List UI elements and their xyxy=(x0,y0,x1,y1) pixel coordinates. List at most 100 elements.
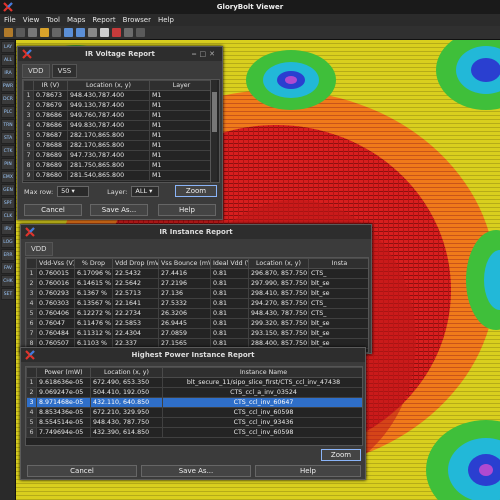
column-header[interactable]: Vdd Drop (mV) xyxy=(112,258,159,269)
table-row[interactable]: 5 0.760406 6.12272 % 22.2734 26.3206 0.81 948.… xyxy=(26,308,368,319)
layer-label: Layer: xyxy=(107,187,128,196)
ir-voltage-dialog-title: IR Voltage Report ‒□✕ xyxy=(18,47,222,61)
layer-select[interactable]: ALL ▾ xyxy=(131,186,160,197)
tab-vss[interactable]: VSS xyxy=(51,64,78,78)
sidebar-item-ira[interactable]: IRA xyxy=(1,67,15,79)
table-row[interactable]: 3 0.78686 949.760,787.400 M1 xyxy=(23,110,214,121)
zoom-button[interactable]: Zoom xyxy=(175,185,217,197)
sidebar-item-pin[interactable]: PIN xyxy=(1,158,15,170)
sidebar-item-lay[interactable]: LAY xyxy=(1,41,15,53)
title-bar: GloryBolt Viewer xyxy=(0,0,500,14)
open-folder-icon[interactable] xyxy=(4,28,13,37)
highlight-icon[interactable] xyxy=(40,28,49,37)
column-header[interactable]: Location (x, y) xyxy=(248,258,309,269)
pan-icon[interactable] xyxy=(88,28,97,37)
sidebar-item-emx[interactable]: EMX xyxy=(1,171,15,183)
table-row[interactable]: 2 0.78679 949.130,787.400 M1 xyxy=(23,100,214,111)
column-header[interactable]: Insta xyxy=(308,258,368,269)
table-row[interactable]: 5 8.554514e-05 948.430, 787.750 CTS_ccl_inv… xyxy=(26,417,362,428)
table-row[interactable]: 4 8.853436e-05 672.210, 329.950 CTS_ccl_inv… xyxy=(26,407,362,418)
sidebar-item-ctk[interactable]: CTK xyxy=(1,145,15,157)
column-header[interactable] xyxy=(26,258,37,269)
record-icon[interactable] xyxy=(112,28,121,37)
column-header[interactable] xyxy=(23,80,34,91)
tab-vdd[interactable]: VDD xyxy=(22,64,50,78)
table-row[interactable]: 4 0.760303 6.13567 % 22.1641 27.5332 0.81 294.… xyxy=(26,298,368,309)
column-header[interactable]: Location (x, y) xyxy=(90,367,163,378)
column-header[interactable]: IR (V) xyxy=(33,80,68,91)
sidebar-item-pwr[interactable]: PWR xyxy=(1,80,15,92)
window-controls-icon[interactable]: ‒□✕ xyxy=(192,47,218,61)
ruler-icon[interactable] xyxy=(100,28,109,37)
column-header[interactable]: Instance Name xyxy=(162,367,362,378)
column-header[interactable]: Power (mW) xyxy=(36,367,91,378)
sidebar-item-plc[interactable]: PLC xyxy=(1,106,15,118)
ir-instance-tabs: VDD xyxy=(21,239,371,256)
table-row[interactable]: 7 0.760484 6.11312 % 22.4304 27.0859 0.81 293.… xyxy=(26,328,368,339)
zoom-out-icon[interactable] xyxy=(76,28,85,37)
sidebar-item-clk[interactable]: CLK xyxy=(1,210,15,222)
sidebar-item-spf[interactable]: SPF xyxy=(1,197,15,209)
sidebar-item-log[interactable]: LOG xyxy=(1,236,15,248)
sidebar-item-gen[interactable]: GEN xyxy=(1,184,15,196)
column-header[interactable]: % Drop xyxy=(74,258,113,269)
table-row[interactable]: 1 9.618636e-05 672.490, 653.350 blt_secure_… xyxy=(26,377,362,388)
zoom-in-icon[interactable] xyxy=(64,28,73,37)
tab-vdd[interactable]: VDD xyxy=(25,242,53,256)
layers-icon[interactable] xyxy=(136,28,145,37)
column-header[interactable]: Location (x, y) xyxy=(67,80,150,91)
column-header[interactable]: Vdd-Vss (V) xyxy=(36,258,75,269)
sidebar-item-dcr[interactable]: DCR xyxy=(1,93,15,105)
sidebar-item-sta[interactable]: STA xyxy=(1,132,15,144)
save-as-button[interactable]: Save As... xyxy=(141,465,251,477)
grid-icon[interactable] xyxy=(124,28,133,37)
table-row[interactable]: 6 7.749694e-05 432.390, 614.850 CTS_ccl_inv… xyxy=(26,427,362,438)
help-button[interactable]: Help xyxy=(255,465,361,477)
table-row[interactable]: 2 0.760016 6.14615 % 22.5642 27.2196 0.81 297.… xyxy=(26,278,368,289)
table-row[interactable]: 3 0.760293 6.1367 % 22.5713 27.136 0.81 298.41… xyxy=(26,288,368,299)
menu-tool[interactable]: Tool xyxy=(46,16,60,24)
ir-voltage-scrollbar[interactable] xyxy=(210,80,217,182)
select-icon[interactable] xyxy=(52,28,61,37)
refresh-icon[interactable] xyxy=(28,28,37,37)
table-row[interactable]: 1 0.760015 6.17096 % 22.5432 27.4416 0.81 296.… xyxy=(26,268,368,279)
menu-view[interactable]: View xyxy=(23,16,40,24)
cancel-button[interactable]: Cancel xyxy=(27,465,137,477)
table-row[interactable]: 6 0.78688 282.170,865.800 M1 xyxy=(23,140,214,151)
table-row[interactable]: 1 0.78673 948.430,787.400 M1 xyxy=(23,90,214,101)
save-icon[interactable] xyxy=(16,28,25,37)
save-as-button[interactable]: Save As... xyxy=(90,204,148,216)
scrollbar-thumb[interactable] xyxy=(212,92,217,132)
sidebar-item-irv[interactable]: IRV xyxy=(1,223,15,235)
max-row-select[interactable]: 50 ▾ xyxy=(57,186,90,197)
menu-help[interactable]: Help xyxy=(158,16,174,24)
menu-browser[interactable]: Browser xyxy=(123,16,151,24)
table-row[interactable]: 4 0.78686 949.830,787.400 M1 xyxy=(23,120,214,131)
sidebar-item-all[interactable]: ALL xyxy=(1,54,15,66)
table-row[interactable]: 5 0.78687 282.170,865.800 M1 xyxy=(23,130,214,141)
table-row[interactable]: 9 0.78680 281.540,865.800 M1 xyxy=(23,170,214,181)
menu-report[interactable]: Report xyxy=(92,16,115,24)
zoom-button[interactable]: Zoom xyxy=(321,449,361,461)
table-row-selected[interactable]: 3 8.971468e-05 432.110, 640.850 CTS_ccl_inv… xyxy=(26,397,362,408)
sidebar-item-set[interactable]: SET xyxy=(1,288,15,300)
sidebar-item-trn[interactable]: TRN xyxy=(1,119,15,131)
table-row[interactable]: 7 0.78689 947.730,787.400 M1 xyxy=(23,150,214,161)
menu-maps[interactable]: Maps xyxy=(67,16,85,24)
sidebar-item-fav[interactable]: FAV xyxy=(1,262,15,274)
column-header[interactable]: Layer xyxy=(149,80,214,91)
help-button[interactable]: Help xyxy=(158,204,216,216)
table-row[interactable]: 6 0.76047 6.11476 % 22.5853 26.9445 0.81 299.3… xyxy=(26,318,368,329)
sidebar-item-err[interactable]: ERR xyxy=(1,249,15,261)
column-header[interactable] xyxy=(26,367,37,378)
cancel-button[interactable]: Cancel xyxy=(24,204,82,216)
sidebar-item-chk[interactable]: CHK xyxy=(1,275,15,287)
ir-voltage-tabs: VDD VSS xyxy=(18,61,222,78)
table-row[interactable]: 8 0.78689 281.750,865.800 M1 xyxy=(23,160,214,171)
column-header[interactable]: Ideal Vdd (V) xyxy=(210,258,249,269)
ir-voltage-table-wrap: IR (V) Location (x, y) Layer 1 0.78673 948… xyxy=(22,79,220,183)
menu-file[interactable]: File xyxy=(4,16,16,24)
highest-power-dialog-title: Highest Power Instance Report xyxy=(21,348,365,362)
column-header[interactable]: Vss Bounce (mV) xyxy=(158,258,211,269)
table-row[interactable]: 2 9.069247e-05 504.410, 192.050 CTS_ccl_a_i… xyxy=(26,387,362,398)
